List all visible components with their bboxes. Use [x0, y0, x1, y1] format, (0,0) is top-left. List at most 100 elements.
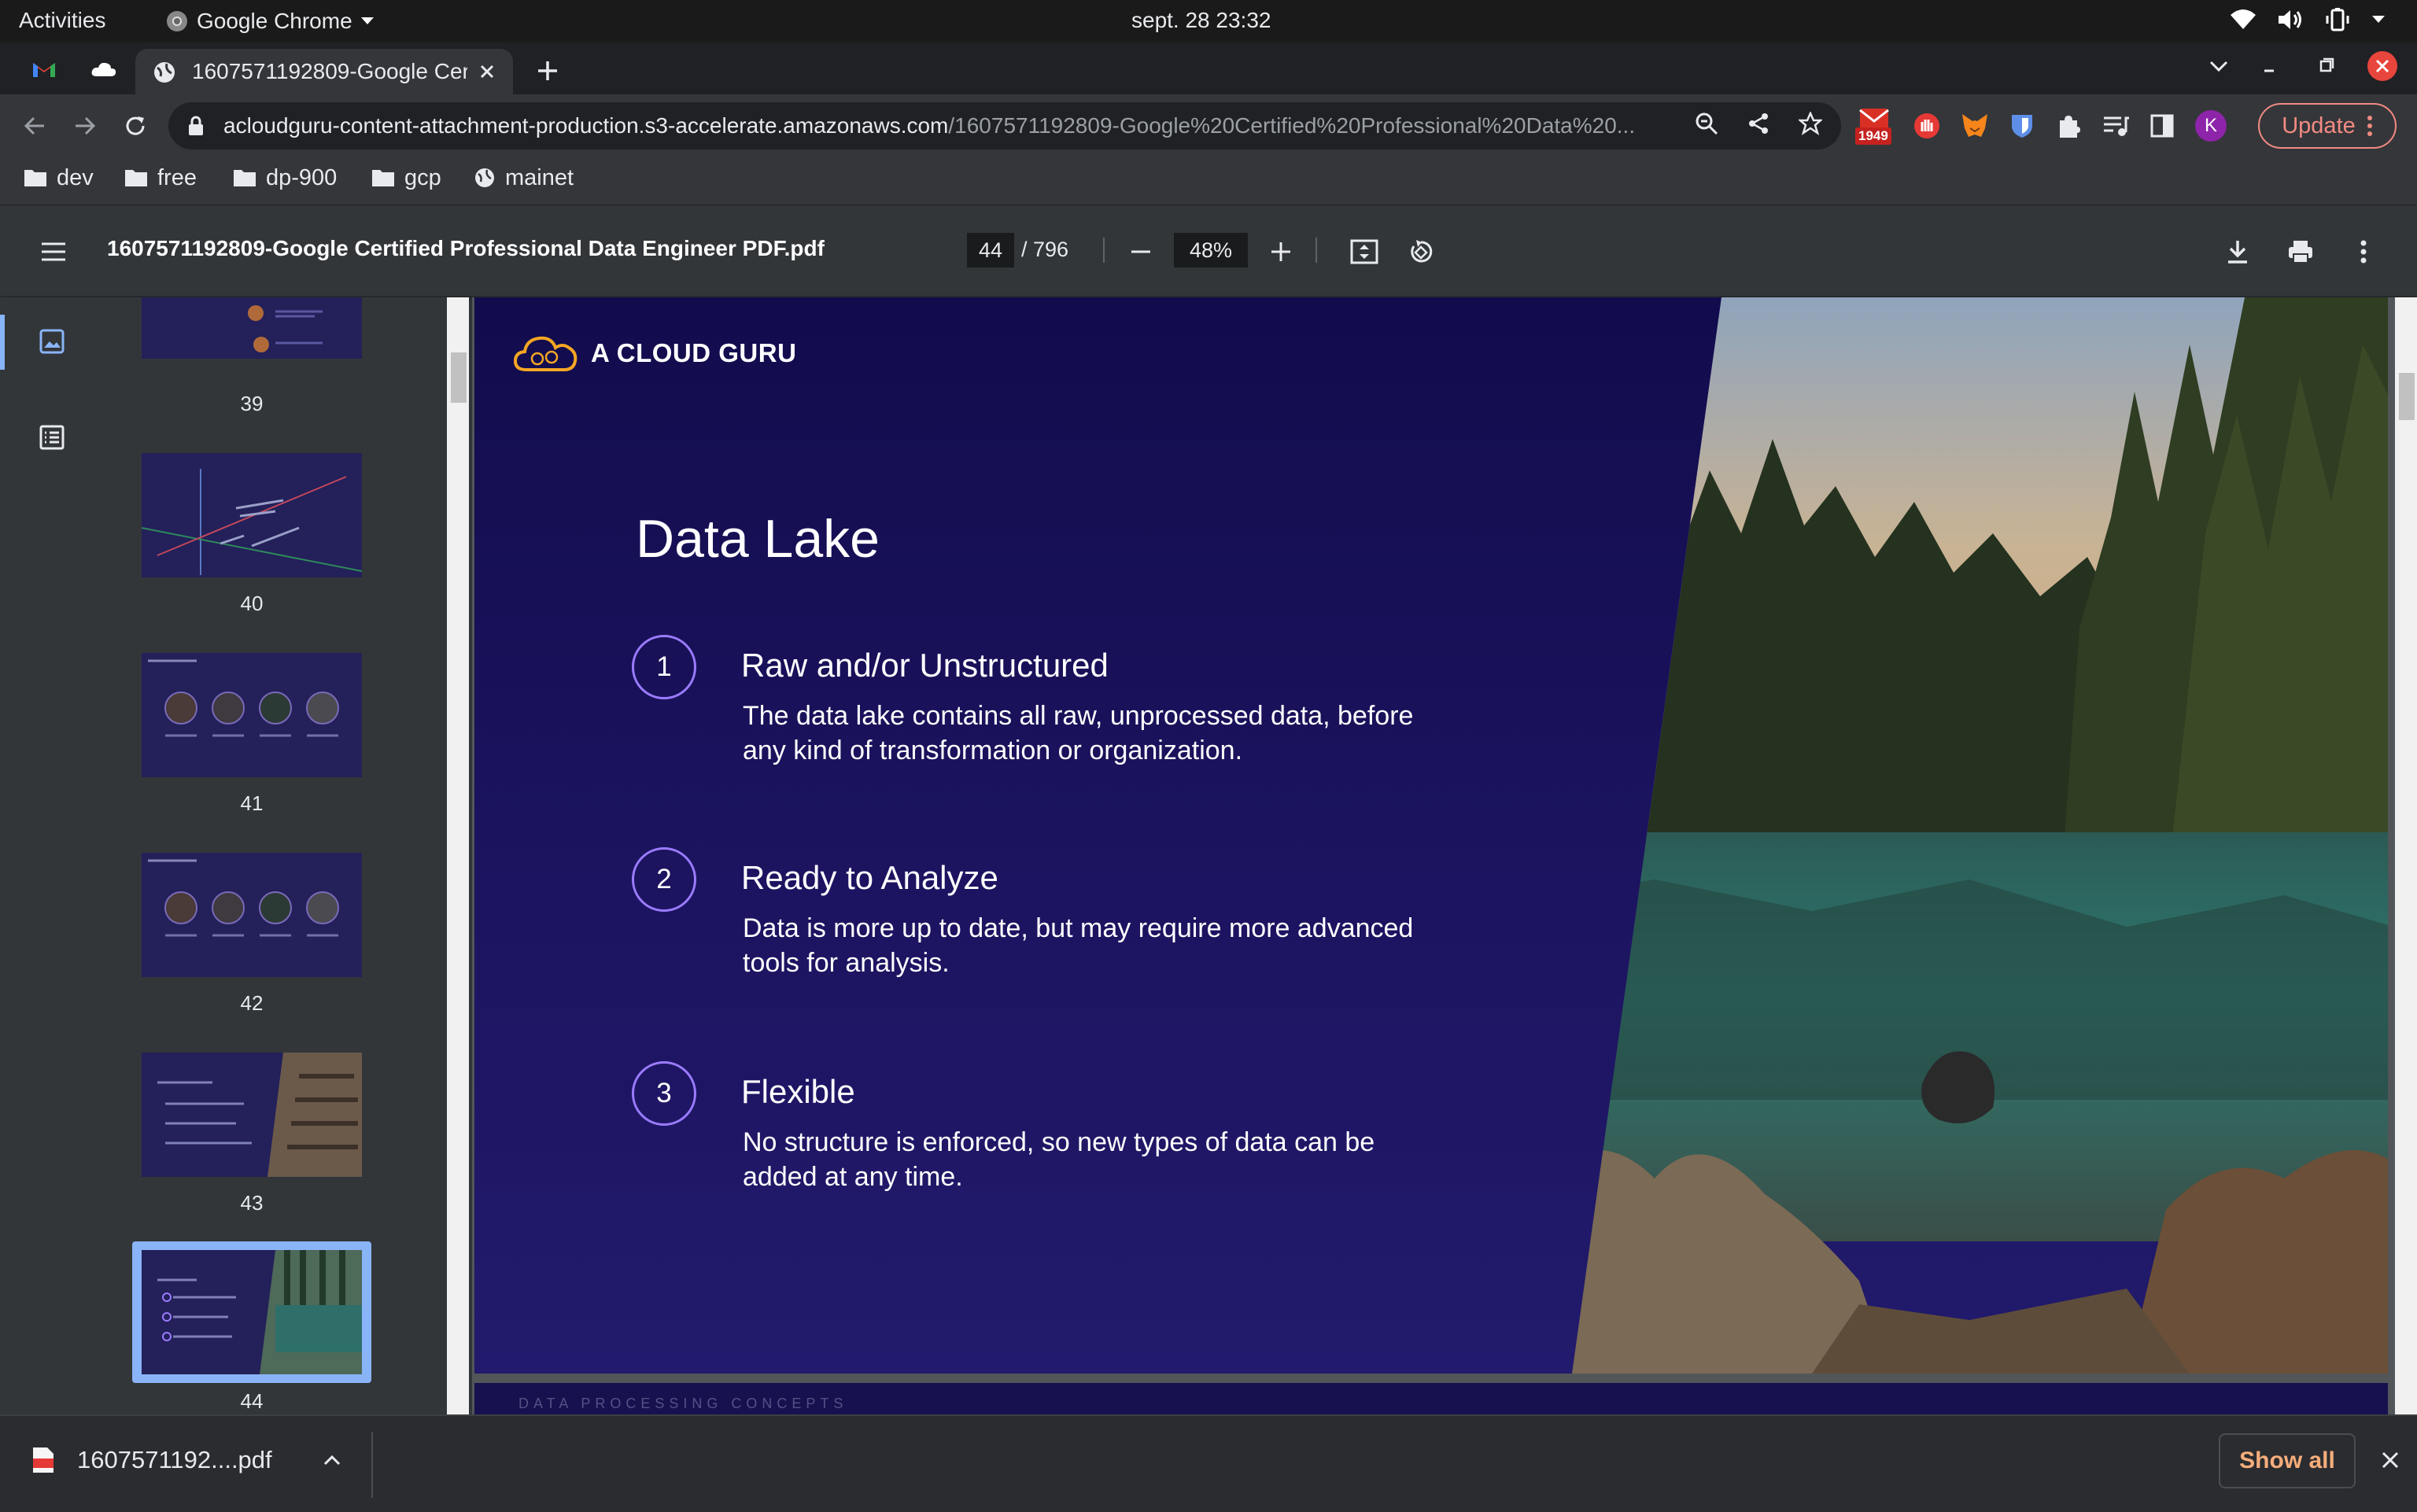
chevron-up-icon[interactable]	[323, 1454, 341, 1466]
close-window-button[interactable]	[2367, 50, 2398, 82]
item-title-3: Flexible	[741, 1073, 855, 1110]
pdf-page-44: A CLOUD GURU Data Lake 1 Raw and/or Unst…	[474, 297, 2388, 1374]
arrow-left-icon	[24, 116, 44, 135]
plus-icon	[1271, 242, 1290, 261]
folder-icon	[234, 170, 256, 186]
sidebar-menu-button[interactable]	[36, 234, 71, 269]
bookmark-label: dev	[57, 164, 94, 190]
new-tab-button[interactable]	[530, 53, 565, 88]
share-icon[interactable]	[1747, 112, 1770, 135]
document-scrollbar-thumb[interactable]	[2399, 373, 2415, 420]
zoom-icon[interactable]	[1695, 112, 1718, 135]
update-label: Update	[2282, 112, 2356, 138]
page-number-input[interactable]: 44	[967, 233, 1014, 267]
volume-icon	[2277, 9, 2304, 31]
bookmark-folder-free[interactable]: free	[124, 162, 197, 194]
tab-title: 1607571192809-Google Certified Professio…	[192, 59, 467, 83]
page-thumbnail-40[interactable]	[142, 453, 362, 577]
media-queue-icon[interactable]	[2102, 114, 2129, 138]
bookmark-label: gcp	[404, 164, 441, 190]
puzzle-extensions-icon[interactable]	[2055, 112, 2082, 139]
thumbnails-view-button[interactable]	[35, 324, 69, 359]
slide-heading: Data Lake	[636, 509, 880, 569]
item-number-3: 3	[632, 1061, 696, 1126]
item-body-1: The data lake contains all raw, unproces…	[743, 701, 1414, 765]
bookmark-star-icon[interactable]	[1799, 112, 1822, 135]
more-actions-button[interactable]	[2346, 234, 2381, 269]
bookmark-folder-dev[interactable]: dev	[24, 162, 94, 194]
next-slide-header: DATA PROCESSING CONCEPTS	[518, 1396, 848, 1411]
folder-icon	[372, 170, 394, 186]
chrome-icon	[165, 9, 189, 33]
hand-stop-extension-icon[interactable]	[1913, 112, 1940, 139]
pinned-tab-cloud[interactable]	[82, 50, 126, 88]
back-button[interactable]	[19, 110, 50, 142]
chevron-down-icon	[360, 17, 375, 26]
lock-icon[interactable]	[187, 115, 205, 137]
item-number-2: 2	[632, 847, 696, 912]
minus-icon	[1131, 250, 1150, 253]
page-thumbnail-43[interactable]	[142, 1053, 362, 1177]
activities-button[interactable]: Activities	[19, 8, 105, 33]
profile-avatar[interactable]: K	[2195, 110, 2227, 142]
reload-button[interactable]	[120, 110, 151, 142]
close-icon	[480, 65, 494, 79]
bitwarden-shield-icon[interactable]	[2009, 112, 2035, 139]
chevron-down-icon	[2371, 15, 2386, 24]
zoom-in-button[interactable]	[1264, 234, 1298, 269]
bookmark-folder-dp-900[interactable]: dp-900	[233, 162, 337, 194]
pinned-tab-gmail[interactable]	[22, 50, 66, 88]
battery-icon	[2324, 8, 2351, 31]
outline-view-button[interactable]	[35, 420, 69, 455]
page-thumbnail-44[interactable]	[142, 1250, 362, 1374]
download-icon	[2228, 241, 2247, 264]
minimize-button[interactable]	[2253, 50, 2285, 82]
tab-search-button[interactable]	[2209, 60, 2228, 72]
list-icon	[39, 425, 65, 450]
bookmark-mainet[interactable]: mainet	[474, 162, 574, 194]
metamask-fox-icon[interactable]	[1961, 112, 1989, 139]
thumbnail-label: 39	[240, 392, 264, 415]
forward-button[interactable]	[69, 110, 101, 142]
page-thumbnail-41[interactable]	[142, 653, 362, 777]
hamburger-icon	[42, 242, 65, 261]
clock[interactable]: sept. 28 23:32	[1131, 8, 1271, 33]
zoom-level-input[interactable]: 48%	[1174, 233, 1248, 267]
restore-button[interactable]	[2310, 50, 2341, 82]
download-button[interactable]	[2220, 234, 2255, 269]
toolbar-divider	[1103, 238, 1105, 263]
bookmark-label: mainet	[505, 164, 574, 190]
thumbnail-label: 43	[240, 1191, 264, 1215]
close-tab-button[interactable]	[474, 58, 500, 85]
update-chrome-button[interactable]: Update	[2258, 103, 2397, 149]
close-icon	[2382, 1451, 2399, 1469]
window-controls	[2209, 50, 2398, 82]
show-all-downloads-button[interactable]: Show all	[2219, 1433, 2356, 1488]
print-button[interactable]	[2283, 234, 2318, 269]
pdf-file-title: 1607571192809-Google Certified Professio…	[107, 236, 825, 260]
side-panel-icon[interactable]	[2149, 113, 2175, 138]
system-tray[interactable]	[2230, 8, 2386, 31]
sidebar-rail	[0, 297, 107, 1414]
active-indicator	[0, 315, 5, 370]
omnibox-actions	[1695, 112, 1822, 135]
close-shelf-button[interactable]	[2376, 1446, 2404, 1474]
arrow-right-icon	[76, 116, 96, 135]
zoom-out-button[interactable]	[1124, 234, 1158, 269]
app-menu[interactable]: Google Chrome	[165, 6, 375, 36]
bookmark-folder-gcp[interactable]: gcp	[371, 162, 441, 194]
sidebar-scrollbar[interactable]	[447, 297, 469, 1414]
page-thumbnail-39[interactable]	[142, 297, 362, 359]
sidebar-scrollbar-thumb[interactable]	[451, 352, 467, 403]
lake-forest-photo	[1572, 297, 2388, 1374]
download-file-name: 1607571192....pdf	[77, 1446, 272, 1473]
document-scrollbar[interactable]	[2395, 297, 2417, 1414]
page-thumbnail-42[interactable]	[142, 853, 362, 977]
rotate-button[interactable]	[1404, 234, 1438, 269]
thumbnail-label: 44	[240, 1389, 264, 1413]
tab-active-pdf[interactable]: 1607571192809-Google Certified Professio…	[135, 49, 513, 94]
pdf-file-icon	[31, 1446, 55, 1474]
gmail-extension[interactable]: 1949	[1855, 107, 1893, 145]
address-bar[interactable]: acloudguru-content-attachment-production…	[168, 102, 1841, 149]
fit-page-button[interactable]	[1347, 234, 1382, 269]
